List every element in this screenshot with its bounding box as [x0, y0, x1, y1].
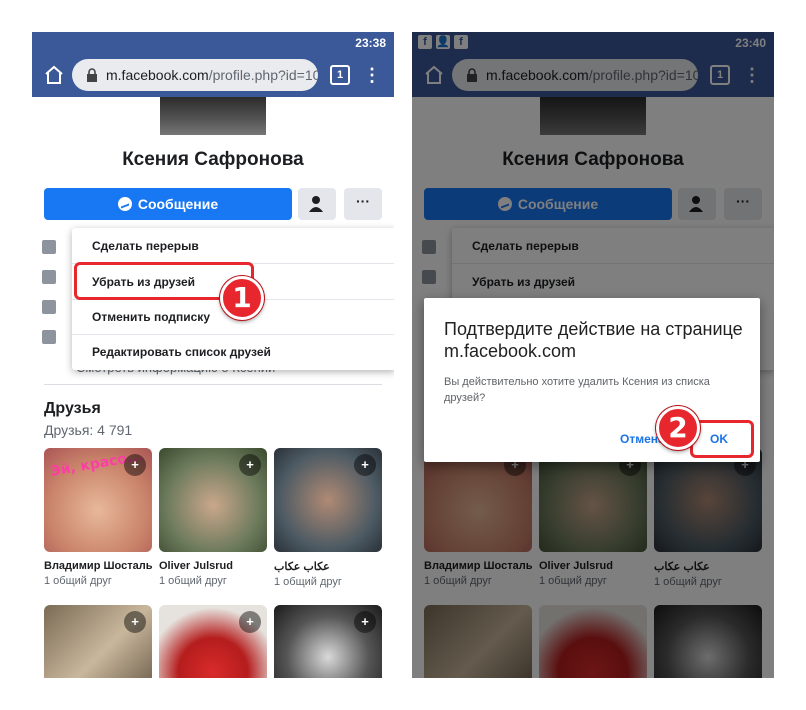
- friend-name[interactable]: عكاب عكاب: [274, 560, 382, 573]
- step-badge-1: 1: [220, 276, 264, 320]
- friend-photo[interactable]: Эй, красо... +: [44, 448, 152, 552]
- divider: [44, 384, 382, 385]
- browser-toolbar: m.facebook.com/profile.php?id=100 1 ⋮: [32, 53, 394, 97]
- friend-status-button[interactable]: [298, 188, 336, 220]
- dialog-message: Вы действительно хотите удалить Ксения и…: [444, 376, 710, 404]
- status-time: 23:38: [355, 36, 386, 50]
- friend-card[interactable]: Эй, красо... + Владимир Шосталь 1 общий …: [44, 448, 152, 587]
- add-friend-icon[interactable]: +: [354, 611, 376, 633]
- messenger-icon: [117, 197, 132, 211]
- friend-name[interactable]: Oliver Julsrud: [159, 560, 267, 572]
- friend-photo[interactable]: +: [159, 448, 267, 552]
- friend-photo[interactable]: +: [159, 605, 267, 678]
- mutual-friends: 1 общий друг: [159, 575, 227, 587]
- rss-icon: [42, 330, 56, 344]
- url-text: m.facebook.com/profile.php?id=100: [106, 67, 318, 83]
- friend-photo[interactable]: +: [274, 448, 382, 552]
- location-icon: [42, 300, 56, 314]
- left-screenshot: 23:38 m.facebook.com/profile.php?id=100 …: [32, 32, 394, 678]
- profile-info-icons: [42, 240, 66, 360]
- status-bar: 23:38: [32, 32, 394, 53]
- friend-photo[interactable]: +: [274, 605, 382, 678]
- menu-item-edit-friend-lists[interactable]: Редактировать список друзей: [72, 334, 394, 370]
- menu-item-take-break[interactable]: Сделать перерыв: [72, 228, 394, 264]
- lock-icon: [87, 68, 97, 82]
- friend-name[interactable]: Владимир Шосталь: [44, 560, 152, 572]
- person-check-icon: [309, 196, 323, 212]
- add-friend-icon[interactable]: +: [124, 454, 146, 476]
- profile-name: Ксения Сафронова: [122, 149, 304, 170]
- profile-photo: [160, 97, 266, 135]
- url-path: /profile.php?id=100: [208, 67, 318, 83]
- add-friend-icon[interactable]: +: [124, 611, 146, 633]
- right-screenshot: f 👤 f 23:40 m.facebook.com/profile.php?i…: [412, 32, 774, 678]
- add-friend-icon[interactable]: +: [354, 454, 376, 476]
- friend-card[interactable]: + عكاب عكاب 1 общий друг: [274, 448, 382, 588]
- mutual-friends: 1 общий друг: [274, 576, 342, 588]
- friends-count: Друзья: 4 791: [44, 422, 133, 438]
- home-icon[interactable]: [42, 63, 66, 87]
- more-button[interactable]: ···: [344, 188, 382, 220]
- url-host: m.facebook.com: [106, 67, 209, 83]
- browser-menu-icon[interactable]: ⋮: [362, 63, 382, 87]
- friend-card[interactable]: +: [274, 605, 382, 678]
- add-friend-icon[interactable]: +: [239, 454, 261, 476]
- dialog-title: Подтвердите действие на странице m.faceb…: [444, 319, 743, 361]
- address-bar[interactable]: m.facebook.com/profile.php?id=100: [72, 59, 318, 91]
- step-badge-2: 2: [656, 406, 700, 450]
- message-button[interactable]: Сообщение: [44, 188, 292, 220]
- message-button-label: Сообщение: [137, 196, 219, 212]
- tab-switcher-button[interactable]: 1: [330, 65, 350, 85]
- add-friend-icon[interactable]: +: [239, 611, 261, 633]
- work-icon: [42, 240, 56, 254]
- mutual-friends: 1 общий друг: [44, 575, 112, 587]
- friend-card[interactable]: +: [159, 605, 267, 678]
- friend-card[interactable]: +: [44, 605, 152, 678]
- friend-card[interactable]: + Oliver Julsrud 1 общий друг: [159, 448, 267, 587]
- friend-photo[interactable]: +: [44, 605, 152, 678]
- friends-section-title: Друзья: [44, 400, 101, 417]
- home-info-icon: [42, 270, 56, 284]
